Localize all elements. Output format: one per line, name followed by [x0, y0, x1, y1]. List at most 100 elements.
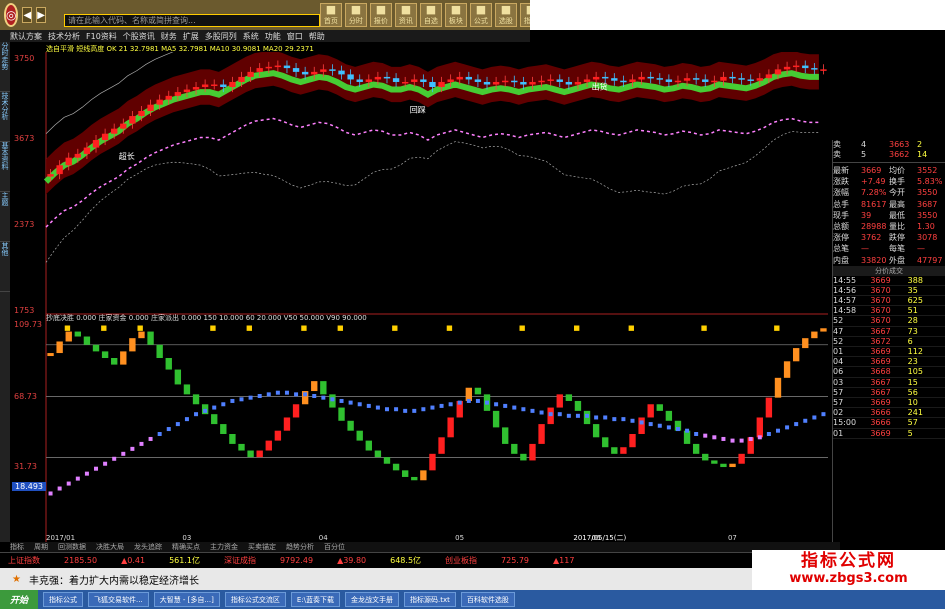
trade-row: 52 3672 6 [833, 337, 945, 347]
trend-dot [766, 432, 771, 436]
trend-dot [730, 438, 735, 443]
sz-index-label[interactable]: 深证成指 [224, 555, 256, 566]
indicator-tab[interactable]: 百分位 [324, 542, 345, 552]
oscillator-bar [711, 460, 718, 464]
trade-cell: 112 [907, 347, 923, 356]
toolbar-button-label: 自选 [423, 17, 438, 25]
candle-body [47, 174, 54, 177]
quote-row: 现手 39 最低 3550 [833, 210, 945, 221]
indicator-tab[interactable]: 指标 [10, 542, 24, 552]
y-label: 68.73 [14, 392, 37, 401]
sz-index-amount: 648.5亿 [390, 556, 422, 565]
y-label: 3750 [14, 54, 35, 63]
menu-item[interactable]: 帮助 [309, 31, 325, 42]
taskbar-item[interactable]: 大智慧 - [多自...] [153, 592, 220, 607]
oscillator-bar [756, 417, 763, 438]
quote-cell: 1.30 [917, 221, 935, 231]
taskbar-item[interactable]: E:\蓝奏下载 [290, 592, 340, 607]
search-input[interactable]: 请在此输入代码、名称或简拼查询... [64, 14, 320, 27]
toolbar-button-4[interactable]: ■ 自选 [419, 3, 442, 27]
quote-cell: 内盘 [833, 255, 849, 265]
signal-marker: ■ [246, 324, 253, 332]
oscillator-bar [338, 407, 345, 421]
left-tab[interactable]: 技术分析 [0, 92, 10, 142]
news-ticker[interactable]: ★ 丰克强：着力扩大内需以稳定经济增长 [0, 568, 835, 590]
oscillator-bar [347, 420, 354, 431]
taskbar-item[interactable]: 指标公式交流区 [224, 592, 286, 607]
toolbar-button-2[interactable]: ■ 报价 [369, 3, 392, 27]
sh-index-amount: 561.1亿 [169, 556, 200, 565]
trend-dot [748, 436, 753, 441]
taskbar-item[interactable]: 飞狐交易软件... [88, 592, 149, 607]
oscillator-bar [574, 400, 582, 411]
menu-item[interactable]: 技术分析 [48, 31, 80, 42]
left-tab[interactable]: 主题 [0, 192, 10, 242]
menu-item[interactable]: F10资料 [86, 31, 117, 42]
quote-cell: 现手 [833, 210, 849, 220]
left-tab[interactable]: 分时走势 [0, 42, 10, 92]
left-tab[interactable]: 基本资料 [0, 142, 10, 192]
orderbook-cell: 3662 [889, 150, 910, 159]
oscillator-bar [56, 341, 63, 354]
candle-body [311, 71, 318, 75]
toolbar-button-5[interactable]: ■ 板块 [444, 3, 467, 27]
candle-body [401, 81, 409, 84]
menu-item[interactable]: 多股同列 [205, 31, 237, 42]
trend-dot [421, 407, 426, 412]
trade-detail-title[interactable]: 分价成交 [833, 265, 945, 276]
indicator-tab[interactable]: 主力资金 [210, 542, 238, 552]
candle-body [411, 79, 418, 82]
back-icon[interactable]: ◀ [22, 7, 33, 23]
taskbar-item[interactable]: 指标源码.txt [403, 592, 456, 607]
trade-row: 06 3668 105 [833, 367, 945, 378]
toolbar-button-3[interactable]: ■ 资讯 [394, 3, 417, 27]
trade-cell: 57 [907, 418, 918, 428]
trend-dot [757, 435, 762, 440]
indicator-tab[interactable]: 周期 [34, 542, 48, 552]
y-label: 109.73 [14, 320, 42, 329]
toolbar-button-1[interactable]: ■ 分时 [344, 3, 367, 27]
toolbar-button-7[interactable]: ■ 选股 [494, 3, 517, 27]
trend-dot [148, 436, 153, 441]
kline-chart[interactable]: 超长回踩出货■ ■ ■ ■ ■ ■ ■ ■ ■ ■ ■ ■ ■ ■2017/01 03 04 05 06 07201… [10, 52, 830, 542]
taskbar-item[interactable]: 指标公式 [43, 592, 84, 607]
toolbar-button-0[interactable]: ■ 首页 [319, 3, 342, 27]
trend-dot [530, 408, 535, 413]
indicator-tab[interactable]: 趋势分析 [286, 542, 314, 552]
signal-marker: ■ [573, 324, 580, 332]
indicator-tab[interactable]: 买卖锚定 [248, 542, 276, 552]
taskbar-item[interactable]: 金龙战文手册 [344, 592, 399, 607]
menu-item[interactable]: 窗口 [287, 31, 303, 42]
toolbar-button-label: 资讯 [398, 17, 413, 25]
oscillator-bar [111, 358, 118, 365]
orderbook-cell: 卖 [833, 150, 841, 159]
oscillator-bar [474, 387, 482, 395]
forward-icon[interactable]: ▶ [36, 7, 46, 23]
toolbar-button-6[interactable]: ■ 公式 [469, 3, 492, 27]
left-tab[interactable]: 其他 [0, 242, 10, 292]
trend-dot [330, 397, 335, 402]
indicator-tab[interactable]: 精确买点 [172, 542, 200, 552]
candle-body [174, 92, 182, 96]
indicator-tab[interactable]: 龙头追踪 [134, 542, 162, 552]
indicator-tab[interactable]: 决胜大局 [96, 542, 124, 552]
menu-item[interactable]: 默认方案 [10, 31, 42, 42]
cy-index-label[interactable]: 创业板指 [445, 555, 477, 566]
trend-dot [485, 400, 490, 405]
sh-index-label[interactable]: 上证指数 [8, 555, 40, 566]
trend-dot [303, 392, 308, 397]
indicator-tab[interactable]: 回测数据 [58, 542, 86, 552]
oscillator-bar [47, 353, 54, 357]
taskbar-item[interactable]: 百科软件选股 [460, 592, 515, 607]
menu-item[interactable]: 财务 [161, 31, 177, 42]
menu-item[interactable]: 系统 [243, 31, 259, 42]
menu-item[interactable]: 扩展 [183, 31, 199, 42]
menu-item[interactable]: 功能 [265, 31, 281, 42]
oscillator-bar [83, 336, 91, 345]
trend-dot [394, 407, 399, 412]
indicator-tabs: 指标 周期 回测数据 决胜大局 龙头追踪 精确买点 主力资金 买卖锚定 趋势分析 百分位 [10, 542, 840, 552]
trend-dot [294, 392, 299, 397]
menu-item[interactable]: 个股资讯 [123, 31, 155, 42]
start-button[interactable]: 开始 [0, 590, 39, 609]
watermark-url: www.zbgs3.com [789, 571, 908, 586]
